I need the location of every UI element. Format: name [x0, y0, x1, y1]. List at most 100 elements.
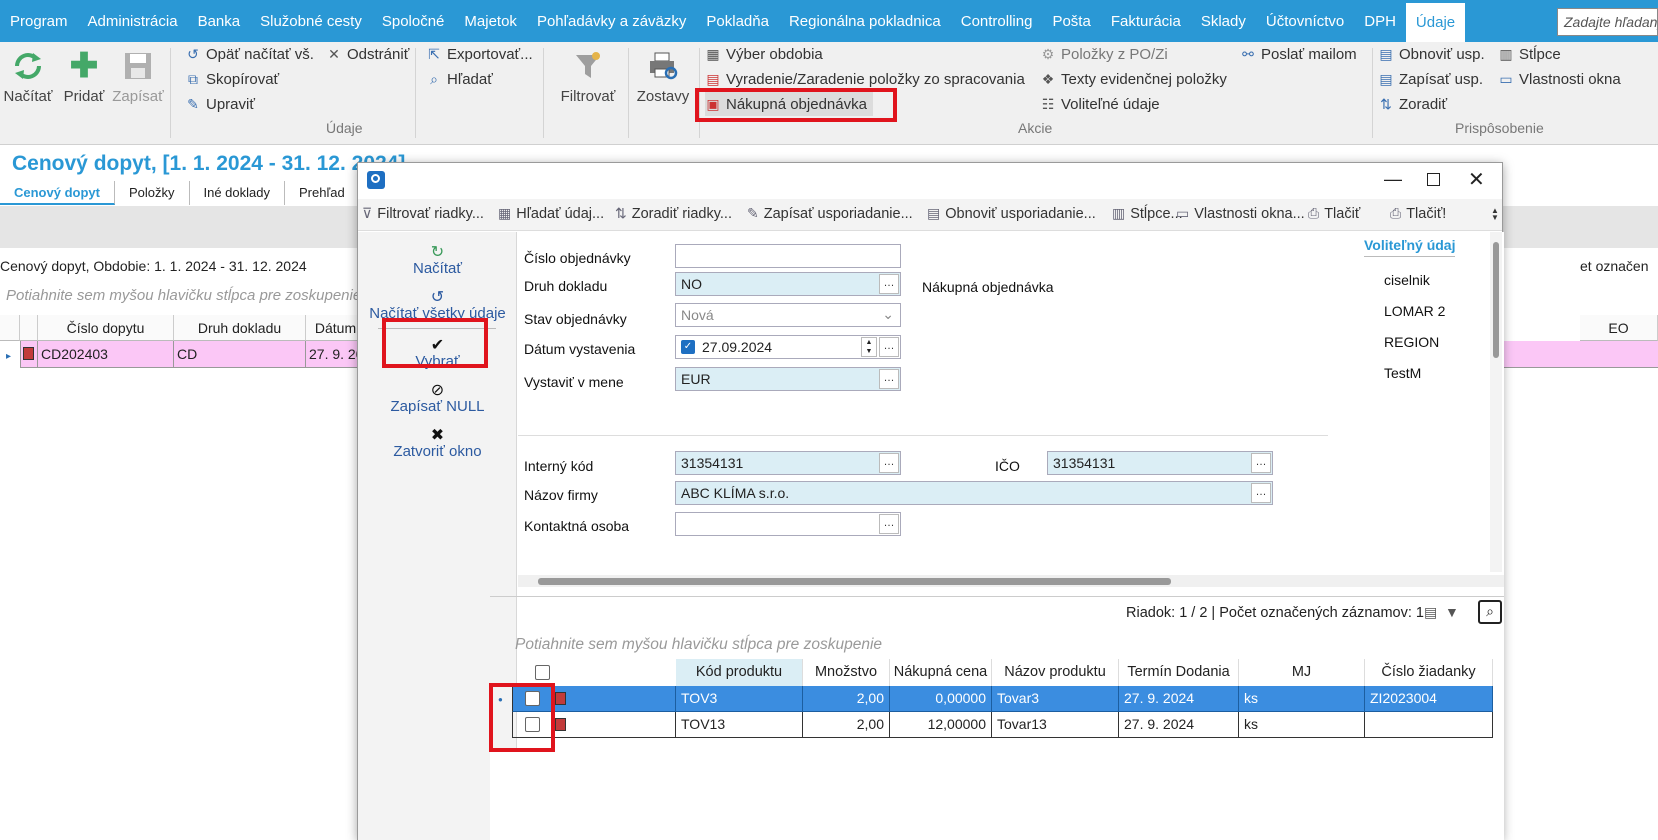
horizontal-scrollbar[interactable] — [518, 575, 1504, 587]
issue-date-field[interactable]: ✓ 27.09.2024 ▲ ▼ … — [675, 335, 901, 359]
spinner-icon[interactable]: ▲ ▼ — [861, 337, 877, 357]
toolbar-button[interactable]: ▦ Hľadať údaj... — [498, 205, 604, 222]
scrollbar-thumb[interactable] — [538, 578, 1171, 585]
optional-data-item[interactable]: ciselnik — [1384, 272, 1430, 288]
menu-item[interactable]: Pokladňa — [696, 0, 779, 42]
table-cell[interactable]: 27. 9. 2024 — [1119, 712, 1239, 738]
doc-type-field[interactable]: NO… — [675, 272, 901, 296]
columns-button[interactable]: ▥ Stĺpce — [1498, 42, 1560, 66]
copy-button[interactable]: ⧉ Skopírovať — [185, 67, 279, 91]
close-dialog-button[interactable]: ✖ Zatvoriť okno — [358, 425, 517, 460]
table-cell[interactable]: Tovar13 — [992, 712, 1119, 738]
column-header[interactable]: Názov produktu — [992, 659, 1119, 686]
table-cell[interactable]: 12,00000 — [890, 712, 992, 738]
funnel-icon[interactable]: ▼ — [1445, 604, 1459, 620]
save-button[interactable]: Zapísať — [110, 44, 166, 105]
load-all-button[interactable]: ↺ Načítať všetky údaje — [358, 287, 517, 322]
edit-button[interactable]: ✎ Upraviť — [185, 92, 255, 116]
tab[interactable]: Položky — [115, 181, 190, 205]
send-mail-button[interactable]: ⚯ Poslať mailom — [1240, 42, 1357, 66]
write-settings-button[interactable]: ▤ Zapísať usp. — [1378, 67, 1483, 91]
order-number-field[interactable] — [675, 244, 901, 268]
menu-item[interactable]: Banka — [188, 0, 251, 42]
reload-all-button[interactable]: ↺ Opäť načítať vš. — [185, 42, 314, 66]
menu-item[interactable]: Pohľadávky a záväzky — [527, 0, 696, 42]
load-button[interactable]: Načítať — [0, 44, 56, 105]
maximize-button[interactable] — [1427, 173, 1440, 186]
menu-item[interactable]: Fakturácia — [1101, 0, 1191, 42]
table-cell[interactable]: 2,00 — [803, 712, 890, 738]
menu-item[interactable]: Účtovníctvo — [1256, 0, 1354, 42]
vertical-scrollbar[interactable] — [1490, 232, 1502, 572]
contact-field[interactable]: … — [675, 512, 901, 536]
toolbar-button[interactable]: ▥ Stĺpce... — [1112, 205, 1183, 222]
toolbar-button[interactable]: ⊽ Filtrovať riadky... — [362, 205, 484, 222]
checkbox-icon[interactable]: ✓ — [681, 340, 695, 354]
find-button[interactable]: ⌕ Hľadať — [426, 67, 493, 91]
table-cell[interactable]: ks — [1239, 712, 1365, 738]
column-header[interactable]: Kód produktu — [676, 659, 803, 686]
tab[interactable]: Prehľad — [285, 181, 360, 205]
toolbar-scroll-icon[interactable]: ▲ ▼ — [1491, 207, 1499, 222]
menu-item[interactable]: Údaje — [1405, 0, 1466, 42]
table-row[interactable]: TOV13 2,00 12,00000 Tovar13 27. 9. 2024 ks — [490, 712, 1504, 738]
menu-item[interactable]: Majetok — [454, 0, 527, 42]
menu-item[interactable]: Administrácia — [78, 0, 188, 42]
table-cell[interactable] — [1502, 341, 1658, 368]
table-cell[interactable]: CD202403 — [38, 341, 174, 368]
column-header[interactable]: Druh dokladu — [174, 315, 306, 341]
close-window-button[interactable]: ✕ — [1468, 167, 1485, 192]
lookup-button[interactable]: … — [879, 369, 899, 389]
ico-field[interactable]: 31354131… — [1047, 451, 1273, 475]
company-field[interactable]: ABC KLÍMA s.r.o.… — [675, 481, 1273, 505]
optional-data-item[interactable]: TestM — [1384, 365, 1421, 381]
scrollbar-thumb[interactable] — [1493, 242, 1499, 358]
optional-data-item[interactable]: LOMAR 2 — [1384, 303, 1445, 319]
menu-item[interactable]: Regionálna pokladnica — [779, 0, 951, 42]
refresh-settings-button[interactable]: ▤ Obnoviť usp. — [1378, 42, 1484, 66]
window-props-button[interactable]: ▭ Vlastnosti okna — [1498, 67, 1620, 91]
period-button[interactable]: ▦ Výber obdobia — [705, 42, 822, 66]
toolbar-button[interactable]: ✎ Zapísať usporiadanie... — [747, 205, 913, 222]
export-button[interactable]: ⇱ Exportovať... — [426, 42, 533, 66]
column-header[interactable]: Nákupná cena — [890, 659, 992, 686]
table-cell[interactable] — [1365, 712, 1493, 738]
column-header[interactable]: EO — [1580, 315, 1658, 341]
minimize-button[interactable]: — — [1384, 169, 1402, 190]
reports-button[interactable]: Zostavy — [630, 44, 696, 105]
export-icon[interactable]: ▤ — [1424, 604, 1437, 621]
lookup-button[interactable]: … — [879, 337, 899, 357]
menu-item[interactable]: DPH — [1354, 0, 1406, 42]
table-cell[interactable]: ZI2023004 — [1365, 686, 1493, 712]
column-header[interactable]: MJ — [1239, 659, 1365, 686]
table-cell[interactable]: 27. 9. 2024 — [1119, 686, 1239, 712]
lookup-button[interactable]: … — [1251, 453, 1271, 473]
add-button[interactable]: ✚ Pridať — [56, 44, 112, 105]
column-header[interactable]: Číslo žiadanky — [1365, 659, 1493, 686]
column-header[interactable]: Množstvo — [803, 659, 890, 686]
lookup-button[interactable]: … — [879, 274, 899, 294]
texts-button[interactable]: ❖ Texty evidenčnej položky — [1040, 67, 1227, 91]
menu-item[interactable]: Služobné cesty — [250, 0, 372, 42]
menu-item[interactable]: Spoločné — [372, 0, 455, 42]
toolbar-button[interactable]: ⇅ Zoradiť riadky... — [615, 205, 732, 222]
toolbar-button[interactable]: ⎙ Tlačiť — [1308, 205, 1360, 222]
write-null-button[interactable]: ⊘ Zapísať NULL — [358, 380, 517, 415]
lookup-button[interactable]: … — [879, 514, 899, 534]
currency-field[interactable]: EUR… — [675, 367, 901, 391]
lookup-button[interactable]: … — [1251, 483, 1271, 503]
select-all-checkbox[interactable] — [535, 665, 550, 680]
column-header[interactable]: Termín Dodania — [1119, 659, 1239, 686]
sort-button[interactable]: ⇅ Zoradiť — [1378, 92, 1447, 116]
toolbar-button[interactable]: ⎙ Tlačiť! — [1390, 205, 1446, 222]
table-cell[interactable]: 0,00000 — [890, 686, 992, 712]
table-cell[interactable]: Tovar3 — [992, 686, 1119, 712]
search-input[interactable]: Zadajte hľadaný — [1557, 8, 1658, 36]
status-select[interactable]: Nová ⌄ — [675, 303, 901, 327]
table-row[interactable]: TOV3 2,00 0,00000 Tovar3 27. 9. 2024 ks ZI2023… — [490, 686, 1504, 712]
menu-item[interactable]: Pošta — [1042, 0, 1100, 42]
internal-code-field[interactable]: 31354131… — [675, 451, 901, 475]
menu-item[interactable]: Program — [0, 0, 78, 42]
optional-data-button[interactable]: ☷ Voliteľné údaje — [1040, 92, 1160, 116]
table-cell[interactable]: CD — [174, 341, 306, 368]
